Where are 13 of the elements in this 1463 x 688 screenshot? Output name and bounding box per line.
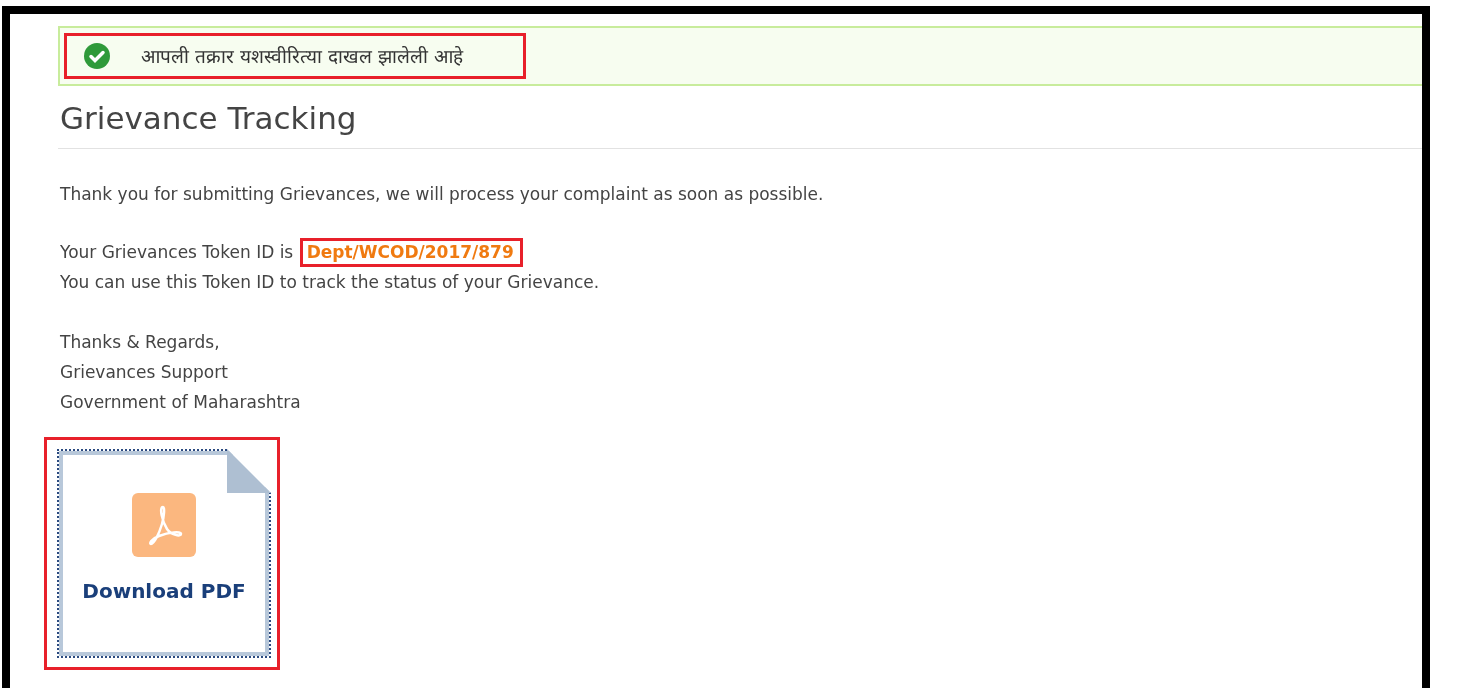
check-circle-icon bbox=[83, 42, 111, 70]
alert-message: आपली तक्रार यशस्वीरित्या दाखल झालेली आहे bbox=[141, 44, 464, 69]
pdf-icon bbox=[132, 493, 196, 557]
signature-line: Government of Maharashtra bbox=[60, 391, 302, 414]
signature-line: Thanks & Regards, bbox=[60, 331, 221, 354]
page-title: Grievance Tracking bbox=[58, 100, 1422, 149]
download-pdf-card[interactable]: Download PDF bbox=[57, 449, 271, 658]
token-id: Dept/WCOD/2017/879 bbox=[306, 242, 514, 262]
intro-text: Thank you for submitting Grievances, we will process your complaint as soon as possible. bbox=[60, 183, 825, 206]
folded-corner-icon bbox=[227, 449, 271, 493]
token-note: You can use this Token ID to track the status of your Grievance. bbox=[60, 271, 601, 294]
token-label: Your Grievances Token ID is bbox=[60, 242, 294, 262]
signature-line: Grievances Support bbox=[60, 361, 229, 384]
